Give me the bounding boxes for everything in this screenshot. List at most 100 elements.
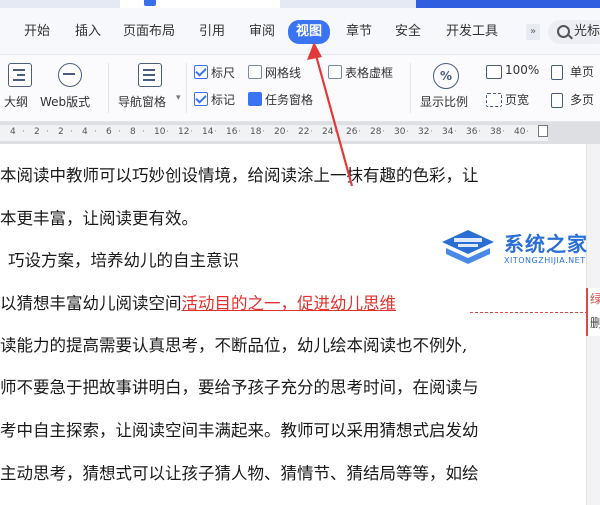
page-width-icon — [486, 93, 502, 107]
paragraph-line-2: 本更丰富，让阅读更有效。 — [0, 209, 198, 228]
ruler-tick: · — [478, 127, 481, 137]
page-width-button[interactable]: 页宽 — [505, 91, 529, 108]
tab-home[interactable]: 开始 — [24, 21, 50, 43]
comment-text-1: 绿 — [590, 292, 600, 306]
menu-bar: 开始 插入 页面布局 引用 审阅 视图 章节 安全 开发工具 » 光标 — [0, 8, 600, 55]
ruler-number: 4 — [10, 127, 16, 137]
search-text: 光标 — [574, 24, 600, 39]
search-box[interactable]: 光标 — [548, 20, 600, 44]
ruler-number: 22 — [298, 127, 310, 137]
ruler-checkbox[interactable] — [194, 65, 208, 79]
ruler-tick: · — [358, 127, 361, 137]
ruler-tick: · — [382, 127, 385, 137]
paragraph-line-1: 本阅读中教师可以巧妙创设情境，给阅读涂上一抹有趣的色彩，让 — [0, 166, 479, 185]
ruler-number: 30 — [394, 127, 406, 137]
more-tabs-button[interactable]: » — [526, 24, 540, 40]
ribbon-divider — [410, 63, 411, 113]
ribbon: 大纲 Web版式 导航窗格 ▾ 标尺 网格线 表格虚框 标记 任务窗格 % 显示… — [0, 55, 600, 122]
ribbon-divider — [186, 63, 187, 113]
comment-balloon[interactable]: 绿 删 — [586, 288, 600, 336]
outline-button[interactable]: 大纲 — [4, 93, 28, 110]
gridlines-checkbox[interactable] — [248, 65, 262, 79]
gridlines-label: 网格线 — [265, 66, 302, 80]
paragraph-line-6: 师不要急于把故事讲明白，要给予孩子充分的思考时间，在阅读与 — [0, 378, 479, 397]
tab-page-layout[interactable]: 页面布局 — [123, 21, 175, 43]
ruler-number: 32 — [418, 127, 430, 137]
ruler-number: 24 — [322, 127, 334, 137]
ruler-tick: · — [310, 127, 313, 137]
single-page-icon — [551, 65, 563, 80]
marks-label: 标记 — [211, 93, 236, 107]
ruler-number: 4 — [82, 127, 88, 137]
section-heading: 巧设方案，培养幼儿的自主意识 — [8, 251, 239, 270]
ruler-tick: · — [214, 127, 217, 137]
ruler-tick: · — [406, 127, 409, 137]
ruler-tick: · — [142, 127, 145, 137]
ruler-tick: · — [94, 127, 97, 137]
multi-page-button[interactable]: 多页 — [570, 91, 594, 108]
revised-text[interactable]: 活动目的之一，促进幼儿思维 — [182, 294, 397, 313]
ruler-number: 12 — [178, 127, 190, 137]
watermark: 系统之家 XITONGZHIJIA.NET — [438, 226, 587, 272]
ruler-number: 2 — [58, 127, 64, 137]
navigation-pane-button[interactable]: 导航窗格 — [118, 93, 166, 110]
paragraph-line-7: 考中自主探索，让阅读空间丰满起来。教师可以采用猜想式启发幼 — [0, 421, 479, 440]
ruler-tick: · — [22, 127, 25, 137]
task-pane-checkbox[interactable] — [248, 92, 262, 106]
ruler-tick: · — [454, 127, 457, 137]
tab-review[interactable]: 审阅 — [249, 21, 275, 43]
watermark-url: XITONGZHIJIA.NET — [504, 256, 586, 265]
watermark-title: 系统之家 — [504, 232, 588, 256]
zoom-button[interactable]: 显示比例 — [420, 93, 468, 110]
document-page[interactable]: 本阅读中教师可以巧妙创设情境，给阅读涂上一抹有趣的色彩，让 本更丰富，让阅读更有… — [0, 144, 586, 505]
ruler-number: 34 — [442, 127, 454, 137]
ruler-number: 28 — [370, 127, 382, 137]
table-gridlines-label: 表格虚框 — [345, 66, 394, 80]
ruler-tick: · — [286, 127, 289, 137]
ruler-number: 8 — [130, 127, 136, 137]
tab-view[interactable]: 视图 — [288, 20, 331, 44]
ruler-tick: · — [502, 127, 505, 137]
tab-chapter[interactable]: 章节 — [346, 21, 372, 43]
task-pane-label: 任务窗格 — [265, 93, 314, 107]
ruler-number: 18 — [250, 127, 262, 137]
ruler-number: 26 — [346, 127, 358, 137]
paragraph-line-5: 读能力的提高需要认真思考，不断品位，幼儿绘本阅读也不例外, — [0, 336, 468, 355]
ruler-tick: · — [46, 127, 49, 137]
ruler-number: 38 — [490, 127, 502, 137]
tab-developer[interactable]: 开发工具 — [446, 21, 498, 43]
ruler-tick: · — [238, 127, 241, 137]
ribbon-divider — [108, 63, 109, 113]
ruler-number: 16 — [226, 127, 238, 137]
tab-security[interactable]: 安全 — [395, 21, 421, 43]
right-indent-marker[interactable] — [538, 125, 548, 137]
marks-checkbox[interactable] — [194, 92, 208, 106]
ruler-number: 14 — [202, 127, 214, 137]
comment-text-2: 删 — [590, 316, 600, 330]
multi-page-icon — [551, 93, 563, 108]
ruler-number: 6 — [106, 127, 112, 137]
zoom-icon: % — [433, 63, 459, 89]
ruler-number: 36 — [466, 127, 478, 137]
paragraph-line-8: 主动思考，猜想式可以让孩子猜人物、猜情节、猜结局等等，如绘 — [0, 464, 479, 483]
ruler-tick: · — [430, 127, 433, 137]
horizontal-ruler[interactable]: 4 · 2 · 2 · 4 · 6 · 8 · 10 · 12 · 14 · 16 · 18 · 20 · 22 · 24 · 26 · 2… — [0, 122, 600, 144]
comment-connector — [470, 312, 588, 313]
outline-icon — [8, 63, 32, 87]
web-layout-button[interactable]: Web版式 — [40, 93, 90, 110]
search-icon — [557, 25, 570, 38]
ruler-tick: · — [526, 127, 529, 137]
navigation-pane-icon — [138, 63, 162, 87]
heading-text: 以猜想丰富幼儿阅读空间 — [0, 294, 182, 313]
single-page-button[interactable]: 单页 — [570, 63, 594, 80]
zoom-100-button[interactable]: 100% — [505, 63, 539, 77]
watermark-logo-icon — [442, 230, 494, 264]
navigation-pane-dropdown-icon[interactable]: ▾ — [176, 93, 181, 103]
tab-references[interactable]: 引用 — [199, 21, 225, 43]
ruler-number: 10 — [154, 127, 166, 137]
table-gridlines-checkbox[interactable] — [328, 65, 342, 79]
tab-insert[interactable]: 插入 — [75, 21, 101, 43]
ruler-number: 40 — [514, 127, 526, 137]
ruler-numbers: 4 · 2 · 2 · 4 · 6 · 8 · 10 · 12 · 14 · 16 · 18 · 20 · 22 · 24 · 26 · 2… — [0, 125, 548, 141]
zoom-100-icon — [486, 65, 502, 79]
